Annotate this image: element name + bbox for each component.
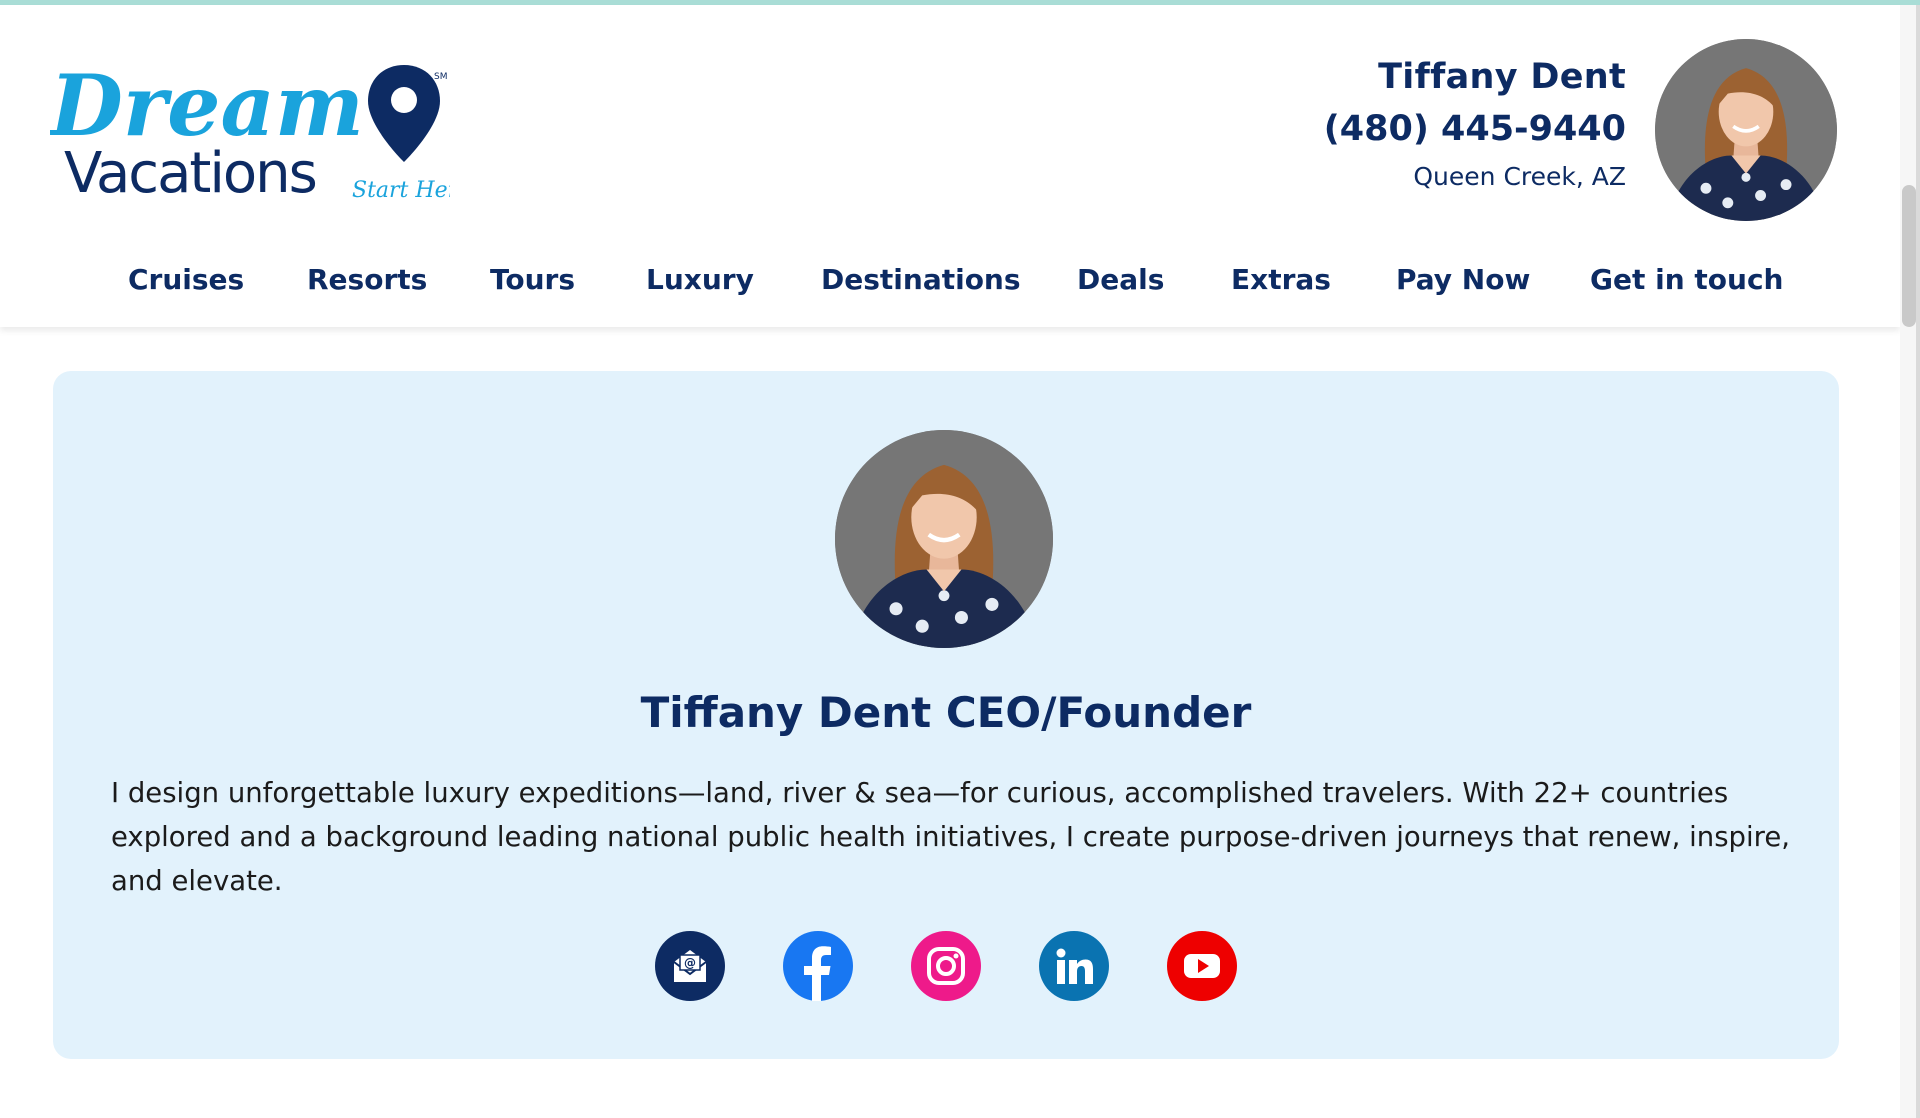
facebook-icon	[804, 946, 831, 1001]
agent-contact: Tiffany Dent (480) 445-9440 Queen Creek,…	[1324, 51, 1626, 199]
email-link[interactable]: @	[655, 931, 725, 1001]
site-header: Dream Vacations Start Here SM Tiffany De…	[0, 5, 1900, 327]
portrait-image	[835, 430, 1053, 648]
nav-item-luxury[interactable]: Luxury	[646, 255, 754, 305]
svg-text:@: @	[684, 956, 696, 970]
nav-item-resorts[interactable]: Resorts	[307, 255, 427, 305]
map-pin-icon	[368, 65, 440, 162]
agent-avatar	[1655, 39, 1837, 221]
social-links: @	[655, 931, 1255, 1003]
agent-location: Queen Creek, AZ	[1413, 162, 1626, 191]
logo-sm-mark: SM	[434, 72, 447, 82]
dream-vacations-logo[interactable]: Dream Vacations Start Here SM	[50, 57, 450, 207]
scrollbar-thumb[interactable]	[1902, 185, 1916, 327]
nav-item-deals[interactable]: Deals	[1077, 255, 1164, 305]
profile-title: Tiffany Dent CEO/Founder	[640, 688, 1252, 737]
nav-item-extras[interactable]: Extras	[1231, 255, 1331, 305]
nav-item-tours[interactable]: Tours	[490, 255, 575, 305]
profile-avatar	[835, 430, 1053, 648]
youtube-link[interactable]	[1167, 931, 1237, 1001]
nav-item-destinations[interactable]: Destinations	[821, 255, 1021, 305]
email-icon: @	[673, 950, 707, 982]
portrait-image	[1655, 39, 1837, 221]
logo-word-vacations: Vacations	[64, 141, 316, 206]
profile-bio: I design unforgettable luxury expedition…	[111, 777, 1791, 897]
instagram-link[interactable]	[911, 931, 981, 1001]
linkedin-icon	[1056, 948, 1093, 984]
window-edge	[1916, 5, 1920, 1118]
agent-name: Tiffany Dent	[1378, 57, 1626, 97]
instagram-icon	[927, 947, 965, 985]
linkedin-link[interactable]	[1039, 931, 1109, 1001]
nav-item-cruises[interactable]: Cruises	[128, 255, 244, 305]
nav-item-get-in-touch[interactable]: Get in touch	[1590, 255, 1783, 305]
agent-phone-link[interactable]: (480) 445-9440	[1324, 103, 1626, 155]
main-nav: Cruises Resorts Tours Luxury Destination…	[0, 255, 1900, 305]
logo-graphic: Dream Vacations Start Here SM	[50, 57, 450, 206]
facebook-link[interactable]	[783, 931, 853, 1001]
logo-tagline: Start Here	[352, 178, 450, 203]
profile-card: Tiffany Dent CEO/Founder I design unforg…	[53, 371, 1839, 1059]
youtube-icon	[1184, 954, 1220, 978]
nav-item-pay-now[interactable]: Pay Now	[1396, 255, 1530, 305]
